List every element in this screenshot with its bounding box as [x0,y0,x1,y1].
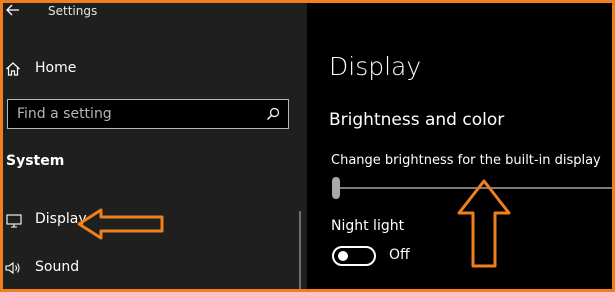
brightness-label: Change brightness for the built-in displ… [331,153,601,168]
sidebar-item-sound[interactable]: Sound [3,255,301,283]
main-panel: Display Brightness and color Change brig… [307,3,612,289]
window-title: Settings [48,4,98,18]
search-icon[interactable] [266,107,280,121]
search-placeholder: Find a setting [17,106,112,122]
screenshot-frame: Settings Home Find a setting System Disp… [0,0,615,292]
home-icon [6,62,20,76]
annotation-arrow-up [457,179,511,268]
speaker-icon [5,261,20,275]
sidebar-item-label: Sound [35,259,80,275]
night-light-label: Night light [331,218,405,234]
annotation-arrow-left [77,208,164,240]
section-title: System [6,153,65,169]
section-heading: Brightness and color [329,110,505,130]
home-label: Home [35,60,77,76]
toggle-state-label: Off [389,247,410,263]
toggle-knob [338,251,348,261]
monitor-icon [6,214,22,228]
brightness-slider-thumb[interactable] [332,177,340,199]
back-arrow-icon[interactable] [5,3,21,17]
sidebar: Settings Home Find a setting System Disp… [3,3,307,289]
sidebar-scrollbar[interactable] [299,211,301,289]
search-input[interactable]: Find a setting [7,99,289,129]
night-light-toggle[interactable] [332,246,376,266]
home-nav-item[interactable]: Home [3,57,303,83]
page-title: Display [329,52,422,81]
